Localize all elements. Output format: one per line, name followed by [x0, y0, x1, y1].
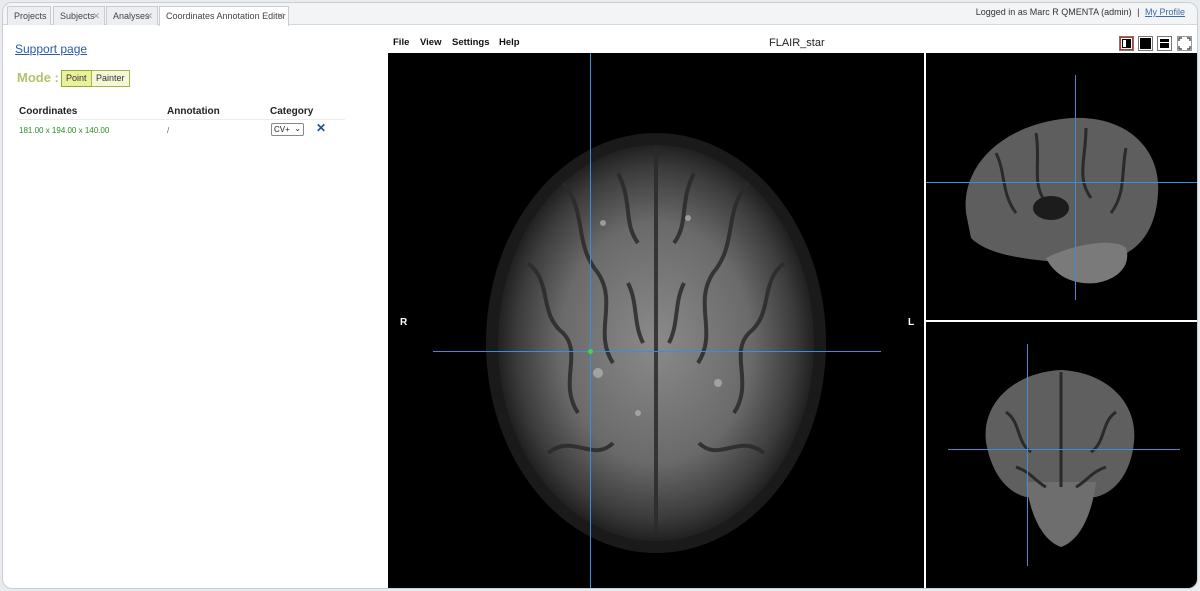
mode-point-button[interactable]: Point	[61, 70, 92, 87]
menu-file[interactable]: File	[393, 37, 409, 48]
tab-bar: Projects Subjects ✕ Analyses ✕ Coordinat…	[3, 3, 1197, 26]
crosshair-vertical[interactable]	[1075, 75, 1076, 300]
app-window: Projects Subjects ✕ Analyses ✕ Coordinat…	[2, 2, 1198, 589]
menu-view[interactable]: View	[420, 37, 441, 48]
column-header-coordinates: Coordinates	[19, 106, 78, 117]
category-value: CV+	[274, 125, 290, 134]
crosshair-vertical[interactable]	[590, 53, 591, 588]
annotation-point-marker[interactable]	[588, 349, 593, 354]
black-square-icon[interactable]	[1138, 36, 1153, 51]
chevron-down-icon: ⌄	[294, 124, 301, 133]
close-icon[interactable]: ✕	[145, 11, 153, 22]
coronal-brain-image	[985, 370, 1135, 547]
orientation-left-label: L	[908, 317, 915, 328]
annotation-cell[interactable]: /	[167, 126, 169, 135]
crosshair-horizontal[interactable]	[433, 351, 881, 352]
delete-icon[interactable]: ✕	[316, 121, 326, 135]
tab-coordinates-annotation-editor[interactable]: Coordinates Annotation Editor ✕	[159, 6, 289, 26]
my-profile-link[interactable]: My Profile	[1145, 7, 1185, 17]
viewer-title: FLAIR_star	[769, 37, 825, 49]
layout-icon[interactable]	[1157, 36, 1172, 51]
support-page-link[interactable]: Support page	[15, 42, 87, 56]
tab-label: Projects	[14, 11, 47, 21]
tab-analyses[interactable]: Analyses ✕	[106, 6, 158, 25]
tab-label: Coordinates Annotation Editor	[166, 11, 286, 21]
divider	[17, 119, 345, 120]
close-icon[interactable]: ✕	[276, 11, 284, 22]
crosshair-horizontal[interactable]	[948, 449, 1180, 450]
tab-label: Analyses	[113, 11, 150, 21]
coordinate-cell[interactable]: 181.00 x 194.00 x 140.00	[19, 126, 109, 135]
menu-help[interactable]: Help	[499, 37, 520, 48]
separator: |	[1137, 7, 1140, 17]
axial-view[interactable]: R L	[388, 53, 924, 588]
user-info: Logged in as Marc R QMENTA (admin) | My …	[976, 7, 1185, 17]
orientation-right-label: R	[400, 317, 408, 328]
tab-projects[interactable]: Projects	[7, 6, 51, 25]
crosshair-vertical[interactable]	[1027, 344, 1028, 566]
menu-settings[interactable]: Settings	[452, 37, 489, 48]
sagittal-brain-image	[965, 117, 1159, 284]
tab-label: Subjects	[60, 11, 95, 21]
tab-subjects[interactable]: Subjects ✕	[53, 6, 105, 25]
close-icon[interactable]: ✕	[92, 11, 100, 22]
sagittal-view[interactable]	[926, 53, 1197, 320]
logged-in-text: Logged in as Marc R QMENTA (admin)	[975, 7, 1132, 17]
crosshair-horizontal[interactable]	[926, 182, 1197, 183]
mode-label: Mode :	[17, 70, 59, 85]
column-header-annotation: Annotation	[167, 106, 220, 117]
contrast-icon[interactable]	[1119, 36, 1134, 51]
fullscreen-icon[interactable]	[1177, 36, 1192, 51]
category-select[interactable]: CV+ ⌄	[271, 123, 304, 136]
column-header-category: Category	[270, 106, 314, 117]
axial-brain-image	[486, 133, 826, 553]
mode-painter-button[interactable]: Painter	[91, 70, 130, 87]
coronal-view[interactable]	[926, 322, 1197, 588]
